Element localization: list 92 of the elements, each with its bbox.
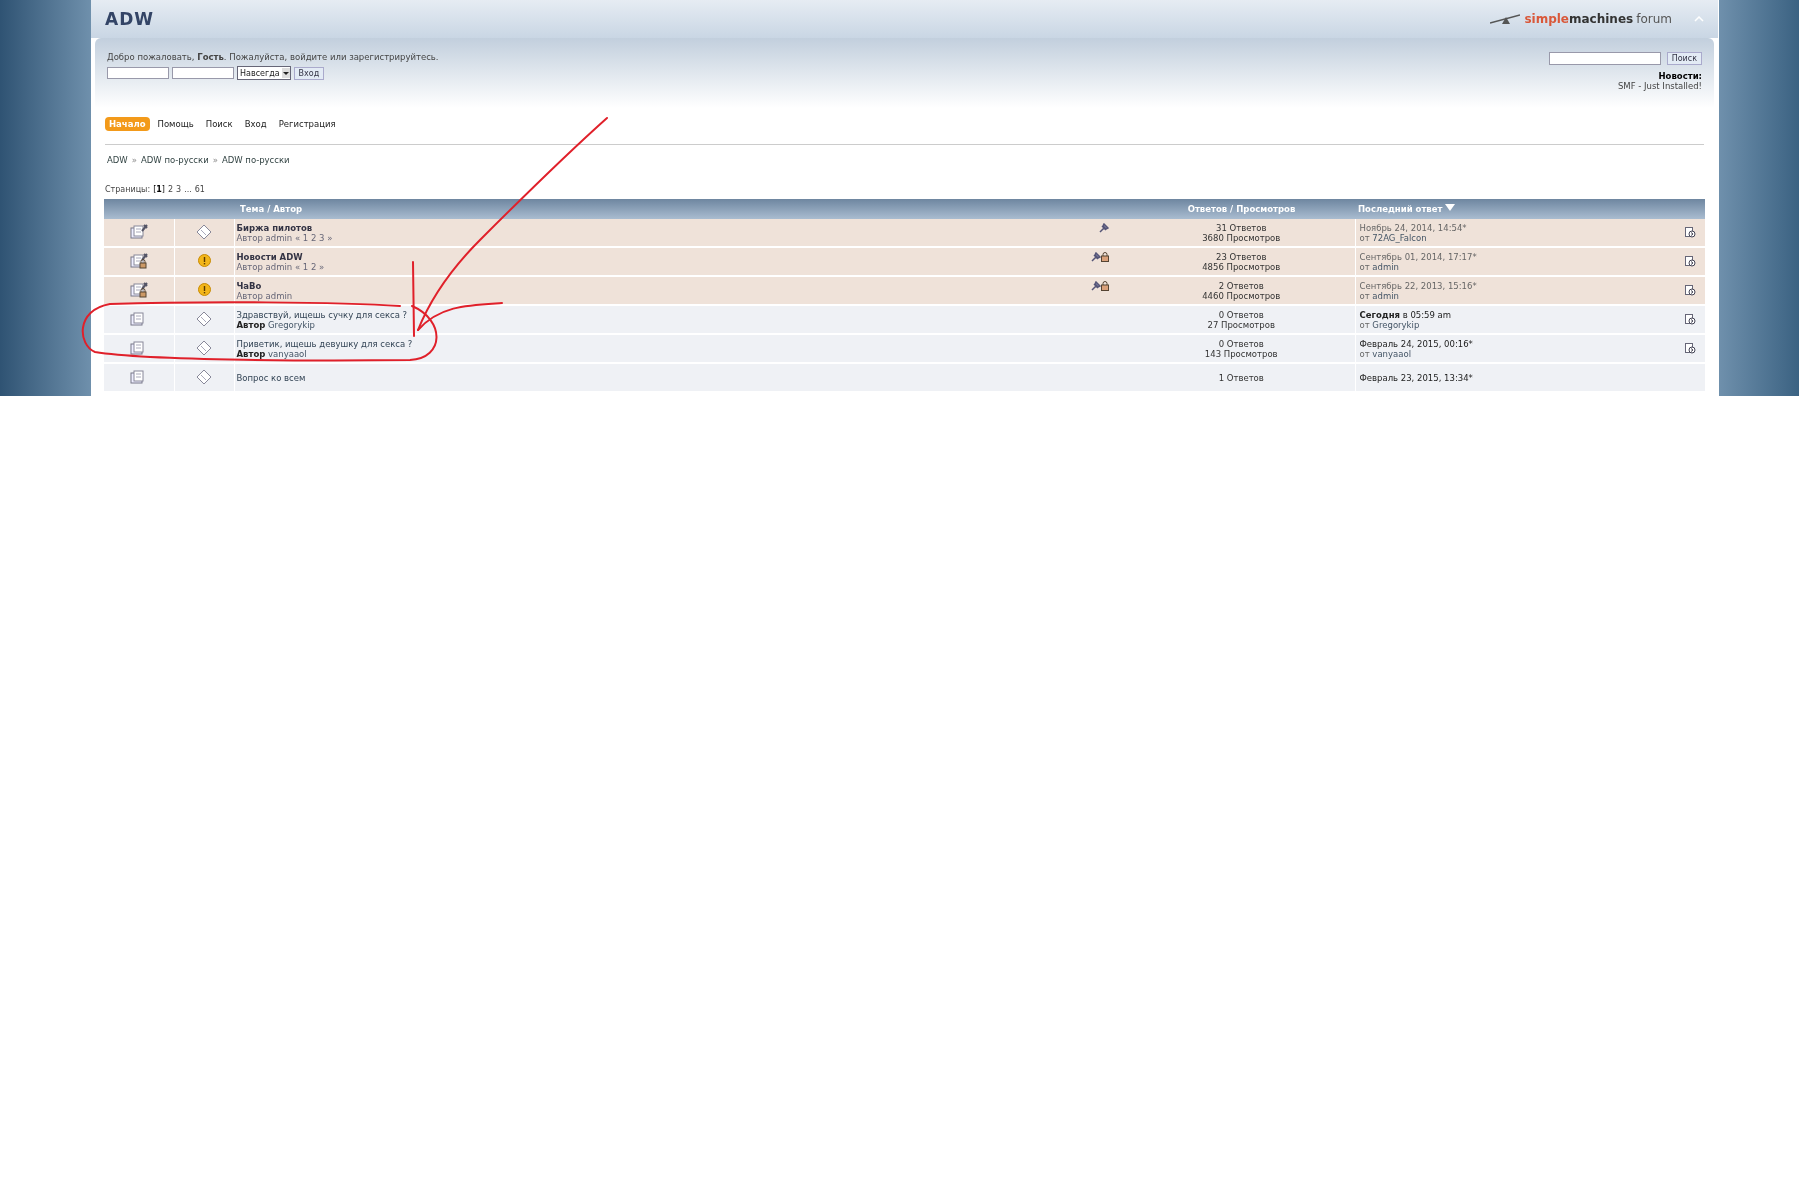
topic-link[interactable]: Вопрос ко всем xyxy=(236,372,306,383)
last-post-by-label: от xyxy=(1359,290,1370,301)
welcome-text: Добро пожаловать, Гость. Пожалуйста, войдите или зарегистрируйтесь. xyxy=(107,52,439,62)
breadcrumb-link[interactable]: ADW по-русски xyxy=(140,155,209,165)
search-field[interactable] xyxy=(1548,52,1661,65)
locked-pinned-page-icon xyxy=(129,281,148,298)
last-post-date: Сентябрь 01, 2014, 17:17* xyxy=(1359,251,1477,262)
author-label: Автор xyxy=(236,261,263,272)
replies-count: 0 Ответов xyxy=(1218,338,1264,349)
news-text: SMF - Just Installed! xyxy=(1617,81,1702,91)
author-link[interactable]: admin xyxy=(265,232,293,243)
views-count: 3680 Просмотров xyxy=(1202,232,1281,243)
menu-tab[interactable]: Регистрация xyxy=(274,117,340,131)
last-post-by-label: от xyxy=(1359,261,1370,272)
page-link[interactable]: [1] xyxy=(153,185,165,194)
views-count: 27 Просмотров xyxy=(1207,319,1275,330)
page-link[interactable]: 61 xyxy=(194,185,205,194)
author-link[interactable]: admin xyxy=(265,290,293,301)
author-link[interactable]: admin xyxy=(265,261,293,272)
last-poster-link[interactable]: 72AG_Falcon xyxy=(1372,232,1427,243)
topic-link[interactable]: Приветик, ищешь девушку для секса ? xyxy=(236,338,413,349)
diamond-icon xyxy=(196,339,212,356)
last-post-date: Ноябрь 24, 2014, 14:54* xyxy=(1359,222,1467,233)
sort-arrow-icon[interactable] xyxy=(1445,204,1456,212)
views-count: 4460 Просмотров xyxy=(1202,290,1281,301)
last-post-icon[interactable] xyxy=(1685,256,1696,267)
news-label: Новости: xyxy=(1658,71,1702,81)
topic-link[interactable]: Здравствуй, ищешь сучку для секса ? xyxy=(236,309,408,320)
username-field[interactable] xyxy=(107,67,169,79)
pin-icon xyxy=(1091,280,1101,291)
last-post-date: Сентябрь 22, 2013, 15:16* xyxy=(1359,280,1477,291)
last-post-icon[interactable] xyxy=(1685,343,1696,354)
replies-count: 0 Ответов xyxy=(1218,309,1264,320)
author-label: Автор xyxy=(236,348,266,359)
author-link[interactable]: vanyaaol xyxy=(268,348,307,359)
topic-link[interactable]: Новости ADW xyxy=(236,251,303,262)
password-field[interactable] xyxy=(172,67,234,79)
topic-link[interactable]: Биржа пилотов xyxy=(236,222,313,233)
lock-icon xyxy=(1101,251,1109,262)
lock-icon xyxy=(1101,280,1109,291)
last-post-date: Сегодня в 05:59 am xyxy=(1359,309,1452,320)
replies-count: 2 Ответов xyxy=(1218,280,1264,291)
locked-pinned-page-icon xyxy=(129,252,148,269)
last-poster-link[interactable]: Gregorykip xyxy=(1372,319,1420,330)
exclamation-icon xyxy=(197,254,211,267)
views-count: 143 Просмотров xyxy=(1204,348,1278,359)
last-post-icon[interactable] xyxy=(1685,227,1696,238)
breadcrumb-link[interactable]: ADW по-русски xyxy=(221,155,290,165)
views-count: 4856 Просмотров xyxy=(1202,261,1281,272)
last-post-icon[interactable] xyxy=(1685,314,1696,325)
exclamation-icon xyxy=(197,283,211,296)
search-button[interactable]: Поиск xyxy=(1666,52,1702,65)
menu-tab[interactable]: Помощь xyxy=(153,117,198,131)
breadcrumb-separator: » xyxy=(212,155,218,165)
diamond-icon xyxy=(196,310,212,327)
last-post-date: Февраль 23, 2015, 13:34* xyxy=(1359,372,1473,383)
pin-icon xyxy=(1091,251,1101,262)
author-label: Автор xyxy=(236,232,263,243)
replies-count: 1 Ответов xyxy=(1218,372,1264,383)
pinned-page-icon xyxy=(129,223,148,240)
diamond-icon xyxy=(196,223,212,240)
topic-pages[interactable]: « 1 2 » xyxy=(294,261,325,272)
replies-count: 23 Ответов xyxy=(1215,251,1267,262)
duration-dropdown[interactable]: Навсегда xyxy=(237,66,291,80)
logo-text[interactable]: simplemachines forum xyxy=(1524,12,1672,26)
topic-pages[interactable]: « 1 2 3 » xyxy=(294,232,333,243)
last-poster-link[interactable]: admin xyxy=(1372,261,1399,272)
logo-icon xyxy=(1490,13,1521,25)
pin-icon xyxy=(1099,222,1109,233)
menu-tab[interactable]: Поиск xyxy=(201,117,237,131)
author-label: Автор xyxy=(236,290,263,301)
breadcrumb-separator: » xyxy=(131,155,137,165)
last-post-by-label: от xyxy=(1359,348,1370,359)
menu-tab[interactable]: Вход xyxy=(240,117,271,131)
last-post-by-label: от xyxy=(1359,319,1370,330)
pages-label: Страницы: xyxy=(105,185,151,194)
forum-title[interactable]: ADW xyxy=(105,9,155,29)
page-link[interactable]: 3 xyxy=(176,185,182,194)
last-post-date: Февраль 24, 2015, 00:16* xyxy=(1359,338,1473,349)
author-label: Автор xyxy=(236,319,266,330)
last-poster-link[interactable]: vanyaaol xyxy=(1372,348,1411,359)
replies-count: 31 Ответов xyxy=(1215,222,1267,233)
author-link[interactable]: Gregorykip xyxy=(268,319,315,330)
breadcrumb-link[interactable]: ADW xyxy=(107,155,128,165)
topic-link[interactable]: ЧаВо xyxy=(236,280,262,291)
last-post-icon[interactable] xyxy=(1685,285,1696,296)
page-link[interactable]: 2 xyxy=(167,185,174,194)
page-link[interactable]: ... xyxy=(184,185,192,194)
login-button[interactable]: Вход xyxy=(293,66,325,80)
diamond-icon xyxy=(196,368,212,385)
last-poster-link[interactable]: admin xyxy=(1372,290,1399,301)
last-post-by-label: от xyxy=(1359,232,1370,243)
